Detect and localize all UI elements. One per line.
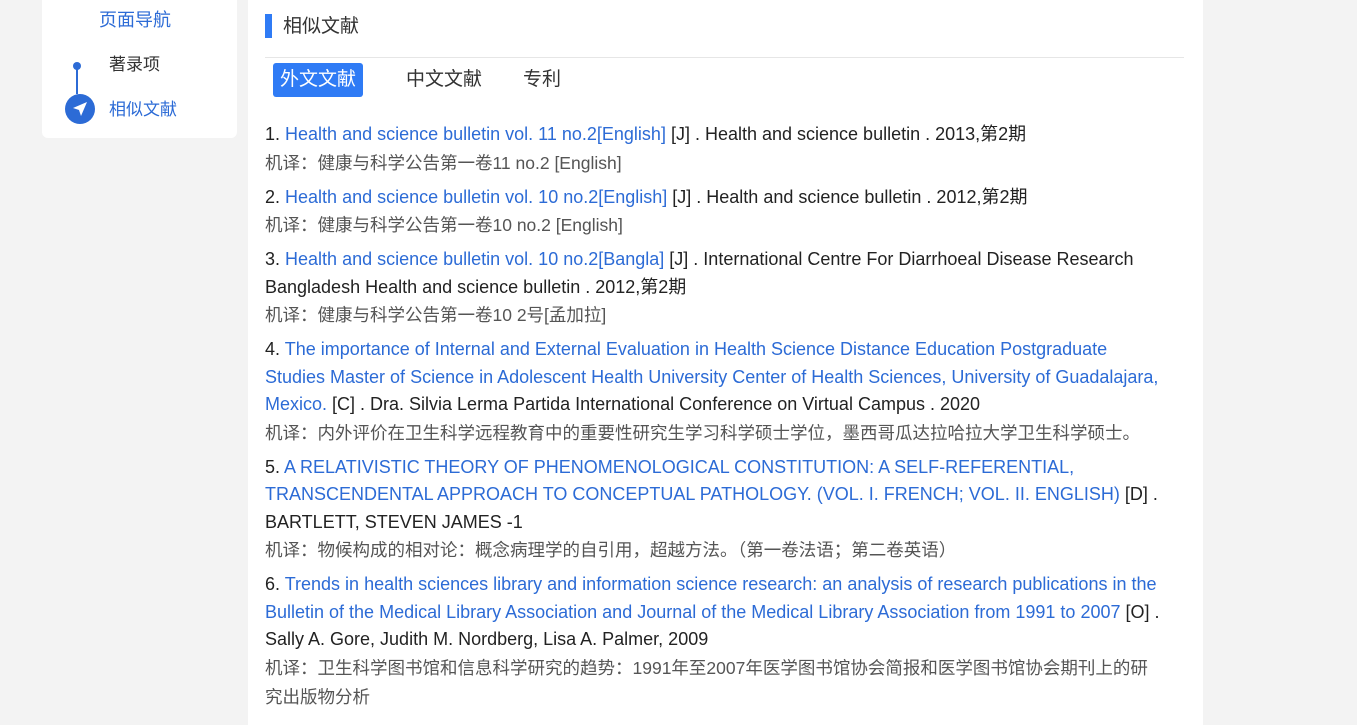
result-citation: 3. Health and science bulletin vol. 10 n… bbox=[265, 246, 1165, 301]
result-title-link[interactable]: Trends in health sciences library and in… bbox=[265, 574, 1157, 622]
result-index: 2. bbox=[265, 186, 281, 207]
result-translation: 机译：健康与科学公告第一卷10 no.2 [English] bbox=[265, 215, 623, 235]
result-translation: 机译：健康与科学公告第一卷11 no.2 [English] bbox=[265, 152, 622, 173]
result-citation: 2. Health and science bulletin vol. 10 n… bbox=[265, 184, 1165, 212]
tab-foreign-literature[interactable]: 外文文献 bbox=[273, 63, 364, 97]
section-divider bbox=[265, 57, 1184, 58]
result-title-link[interactable]: Health and science bulletin vol. 10 no.2… bbox=[285, 249, 664, 269]
page-navigation-panel: 页面导航 著录项 相似文献 bbox=[42, 0, 237, 138]
navigation-arrow-icon bbox=[65, 94, 95, 124]
result-source: [J] . Health and science bulletin . 2012… bbox=[667, 186, 1028, 207]
list-item: 2. Health and science bulletin vol. 10 n… bbox=[265, 184, 1165, 241]
nav-dot-icon bbox=[73, 62, 81, 70]
nav-item-bibliographic[interactable]: 著录项 bbox=[109, 55, 160, 75]
result-source: [C] . Dra. Silvia Lerma Partida Internat… bbox=[327, 394, 981, 414]
list-item: 1. Health and science bulletin vol. 11 n… bbox=[265, 121, 1165, 178]
tab-patents[interactable]: 专利 bbox=[523, 63, 561, 97]
result-index: 6. bbox=[265, 574, 281, 594]
result-index: 4. bbox=[265, 339, 281, 359]
result-translation: 机译：健康与科学公告第一卷10 2号[孟加拉] bbox=[265, 305, 607, 325]
result-index: 5. bbox=[265, 456, 281, 477]
result-citation: 4. The importance of Internal and Extern… bbox=[265, 336, 1165, 419]
result-citation: 6. Trends in health sciences library and… bbox=[265, 571, 1165, 654]
nav-connector-line bbox=[76, 66, 78, 94]
tab-chinese-literature[interactable]: 中文文献 bbox=[406, 63, 482, 97]
result-title-link[interactable]: Health and science bulletin vol. 10 no.2… bbox=[285, 187, 667, 207]
results-list: 1. Health and science bulletin vol. 11 n… bbox=[265, 121, 1165, 718]
list-item: 5. A RELATIVISTIC THEORY OF PHENOMENOLOG… bbox=[265, 454, 1165, 566]
result-citation: 1. Health and science bulletin vol. 11 n… bbox=[265, 121, 1165, 149]
result-title-link[interactable]: Health and science bulletin vol. 11 no.2… bbox=[285, 124, 666, 144]
result-index: 1. bbox=[265, 124, 281, 144]
page-navigation-title: 页面导航 bbox=[99, 10, 171, 30]
list-item: 4. The importance of Internal and Extern… bbox=[265, 336, 1165, 448]
section-title: 相似文献 bbox=[283, 16, 360, 37]
main-content-panel: 相似文献 外文文献 中文文献 专利 1. Health and science … bbox=[248, 0, 1203, 725]
result-source: [J] . Health and science bulletin . 2013… bbox=[665, 124, 1027, 144]
result-translation: 机译：物候构成的相对论：概念病理学的自引用，超越方法。（第一卷法语；第二卷英语） bbox=[265, 540, 957, 560]
result-translation: 机译：内外评价在卫生科学远程教育中的重要性研究生学习科学硕士学位，墨西哥瓜达拉哈… bbox=[265, 422, 1140, 443]
section-accent-bar bbox=[265, 14, 272, 38]
result-translation: 机译：卫生科学图书馆和信息科学研究的趋势：1991年至2007年医学图书馆协会简… bbox=[265, 657, 1148, 707]
list-item: 6. Trends in health sciences library and… bbox=[265, 571, 1165, 712]
result-citation: 5. A RELATIVISTIC THEORY OF PHENOMENOLOG… bbox=[265, 454, 1165, 537]
result-index: 3. bbox=[265, 249, 281, 269]
result-title-link[interactable]: A RELATIVISTIC THEORY OF PHENOMENOLOGICA… bbox=[265, 457, 1120, 505]
list-item: 3. Health and science bulletin vol. 10 n… bbox=[265, 246, 1165, 330]
nav-item-similar-literature[interactable]: 相似文献 bbox=[109, 100, 177, 120]
